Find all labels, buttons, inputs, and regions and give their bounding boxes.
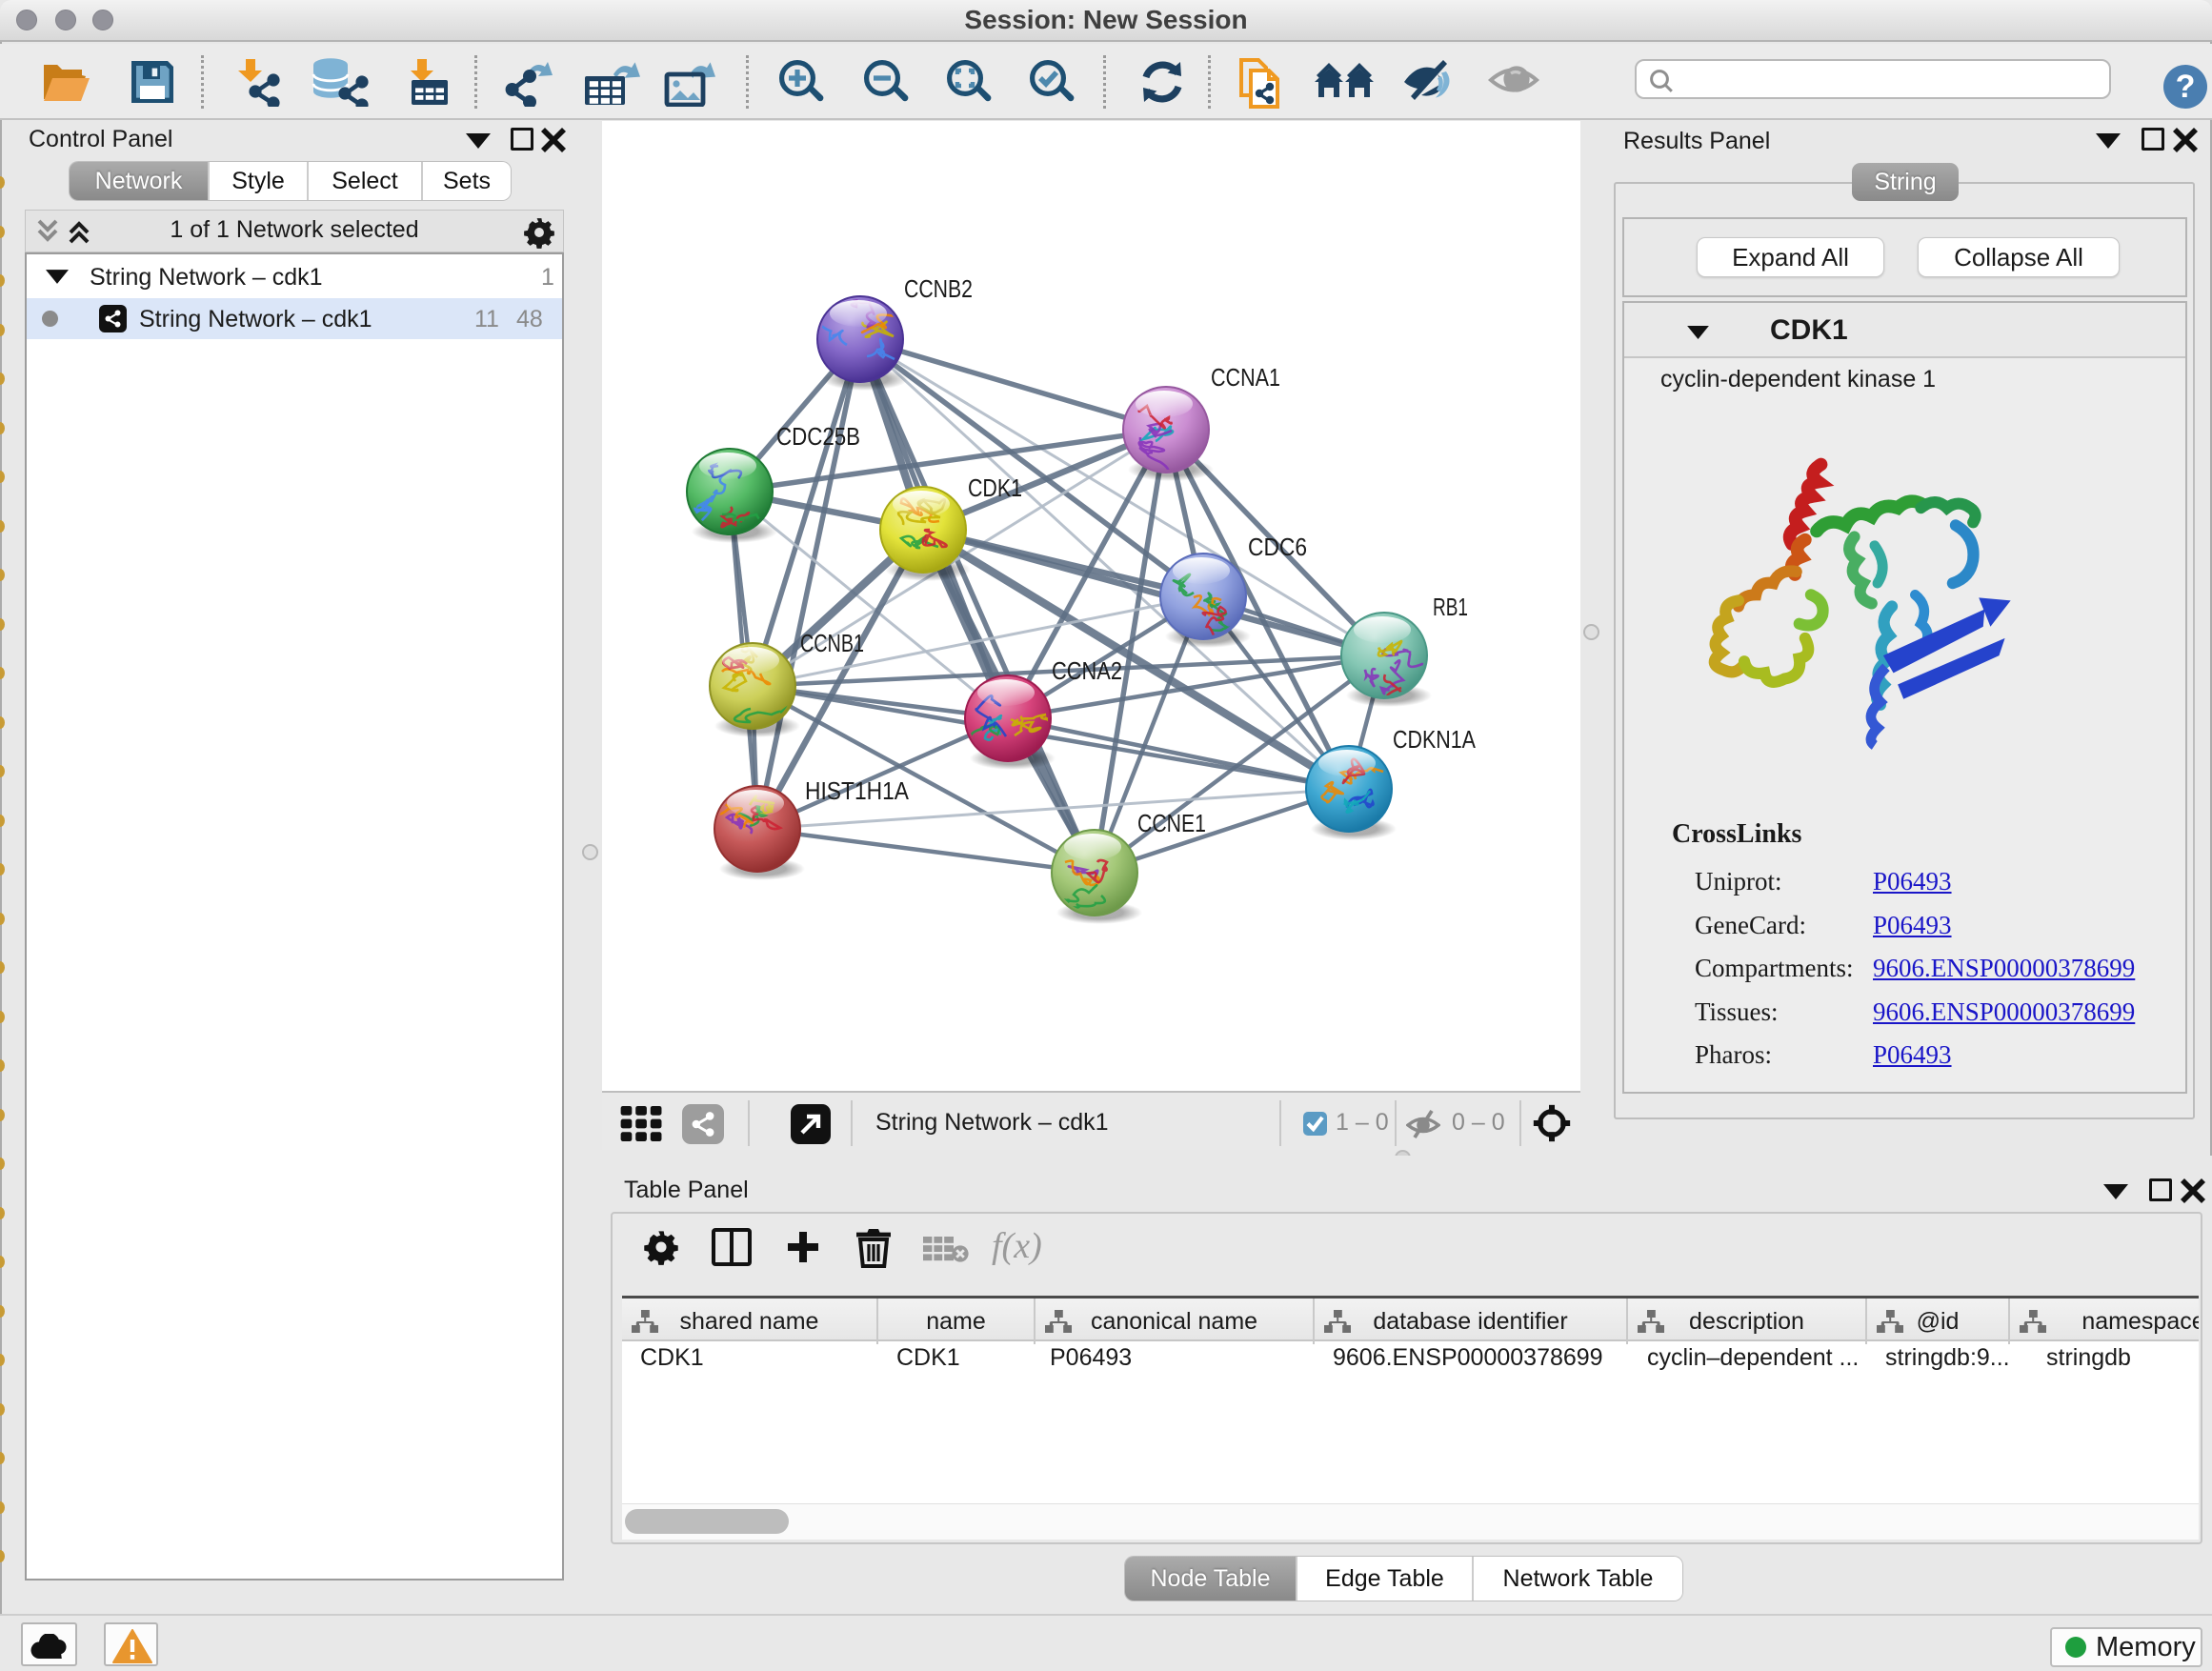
svg-text:CDKN1A: CDKN1A xyxy=(1393,725,1477,754)
svg-text:CDK1: CDK1 xyxy=(968,473,1022,502)
svg-text:CDC6: CDC6 xyxy=(1248,533,1307,561)
svg-text:CCNA1: CCNA1 xyxy=(1211,363,1280,392)
svg-text:RB1: RB1 xyxy=(1433,593,1468,621)
svg-text:CCNB1: CCNB1 xyxy=(800,629,864,657)
svg-text:CCNB2: CCNB2 xyxy=(904,274,973,303)
svg-text:CCNE1: CCNE1 xyxy=(1137,809,1206,837)
svg-text:HIST1H1A: HIST1H1A xyxy=(805,776,910,805)
svg-text:CDC25B: CDC25B xyxy=(776,422,860,451)
svg-text:CCNA2: CCNA2 xyxy=(1052,656,1122,685)
